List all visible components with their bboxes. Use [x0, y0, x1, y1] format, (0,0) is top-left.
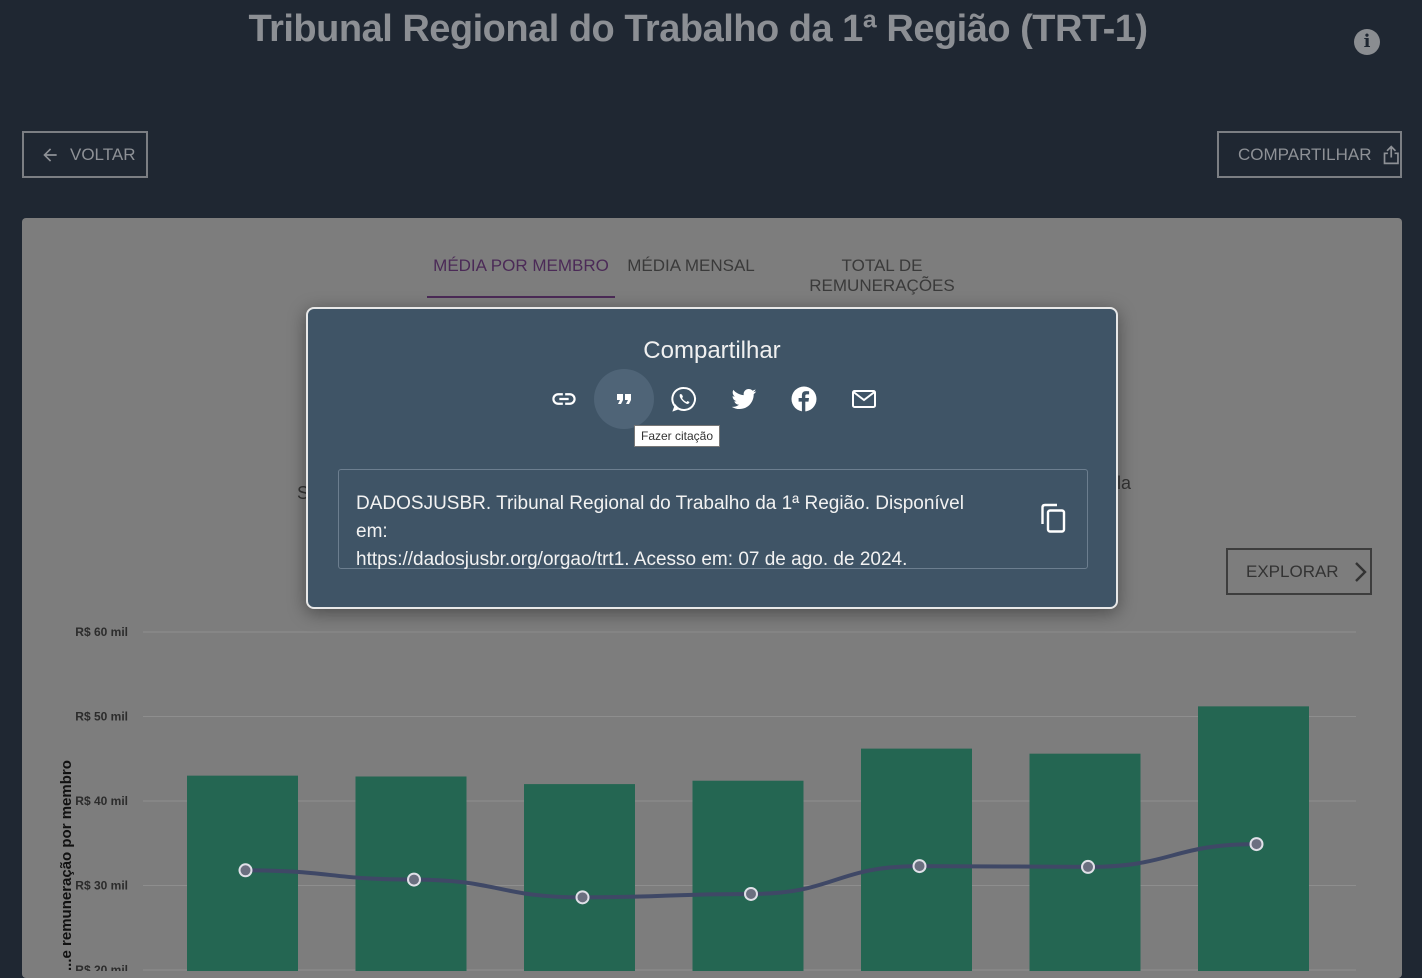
line-point: [407, 872, 421, 887]
email-icon[interactable]: [834, 369, 894, 429]
line-point: [238, 863, 253, 878]
citation-text: DADOSJUSBR. Tribunal Regional do Trabalh…: [356, 490, 996, 574]
quote-icon[interactable]: [594, 369, 654, 429]
y-tick-label: R$ 30 mil: [75, 879, 128, 893]
y-tick-label: R$ 60 mil: [75, 625, 128, 639]
whatsapp-icon[interactable]: [654, 369, 714, 429]
share-modal: Compartilhar Fazer citação DADOSJUSBR. T…: [306, 307, 1118, 609]
bar: [692, 780, 804, 971]
line-point: [912, 859, 927, 874]
line-point: [744, 886, 758, 901]
y-axis-label: ...e remuneração por membro: [58, 760, 75, 971]
citation-line-1: DADOSJUSBR. Tribunal Regional do Trabalh…: [356, 493, 964, 542]
bar: [524, 784, 635, 971]
facebook-icon[interactable]: [774, 369, 834, 429]
y-tick-label: R$ 50 mil: [75, 710, 128, 724]
y-tick-label: R$ 20 mil: [75, 963, 128, 971]
modal-title: Compartilhar: [643, 337, 781, 364]
y-tick-label: R$ 40 mil: [75, 794, 128, 808]
twitter-icon[interactable]: [714, 369, 774, 429]
citation-box: DADOSJUSBR. Tribunal Regional do Trabalh…: [338, 469, 1088, 570]
citation-line-2: https://dadosjusbr.org/orgao/trt1. Acess…: [356, 549, 908, 570]
copy-icon[interactable]: [1039, 502, 1069, 536]
line-point: [1081, 859, 1095, 874]
line-point: [1249, 837, 1264, 852]
share-icons: [536, 369, 896, 431]
line-point: [575, 890, 590, 905]
link-icon[interactable]: [534, 369, 594, 429]
tooltip: Fazer citação: [634, 425, 721, 447]
